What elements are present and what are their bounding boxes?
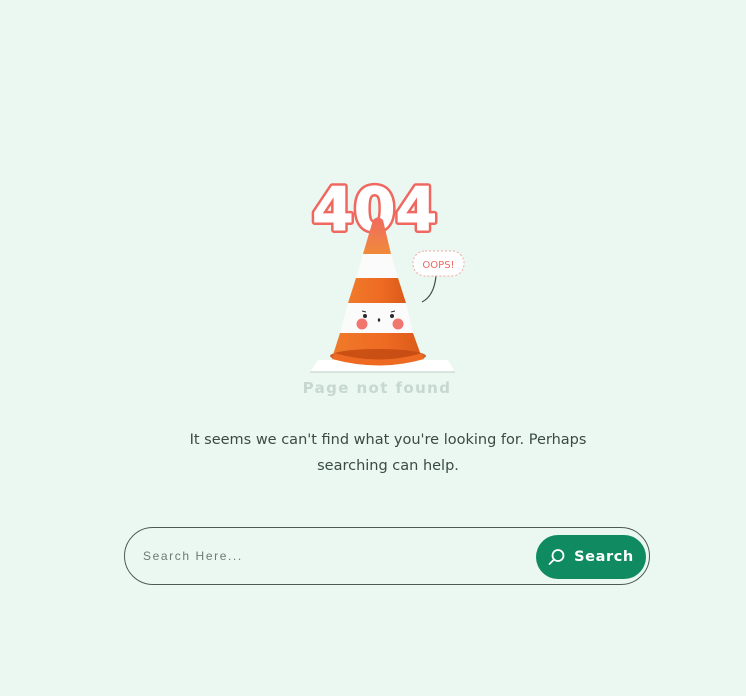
search-form: Search <box>124 527 650 585</box>
search-input[interactable] <box>143 542 523 570</box>
not-found-message: It seems we can't find what you're looki… <box>189 432 587 474</box>
search-icon <box>548 548 566 566</box>
page-not-found-illustration: 404 404 OOPS! <box>300 170 480 405</box>
search-button-label: Search <box>574 549 634 565</box>
svg-text:OOPS!: OOPS! <box>422 260 454 271</box>
page-not-found-caption: Page not found <box>302 379 452 397</box>
oops-speech-bubble: OOPS! <box>412 250 465 303</box>
search-button[interactable]: Search <box>536 535 646 579</box>
